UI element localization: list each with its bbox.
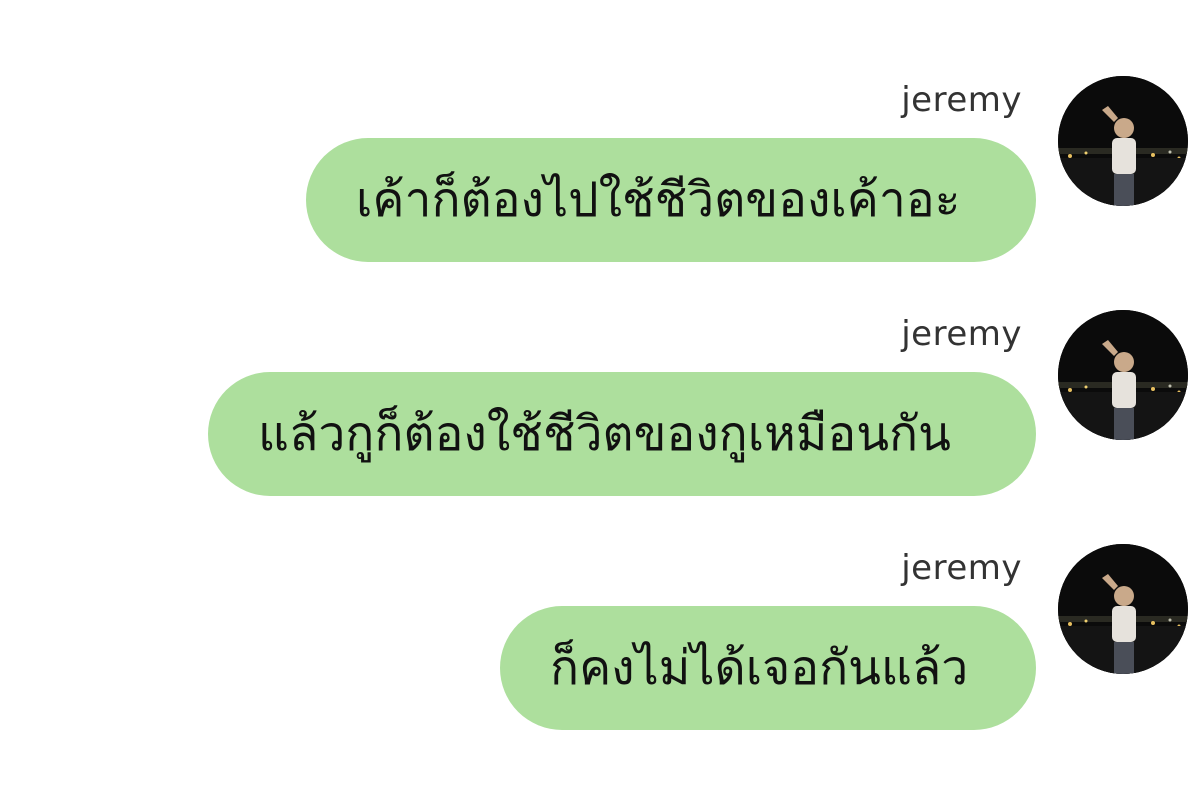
sender-name: jeremy xyxy=(901,548,1022,588)
message-text: ก็คงไม่ได้เจอกันแล้ว xyxy=(550,640,969,696)
avatar[interactable] xyxy=(1058,544,1188,674)
chat-message: jeremy แล้วกูก็ต้องใช้ชีวิตของกูเหมือนกั… xyxy=(0,310,1200,510)
message-bubble[interactable]: ก็คงไม่ได้เจอกันแล้ว xyxy=(500,606,1036,730)
avatar[interactable] xyxy=(1058,76,1188,206)
avatar-photo-icon xyxy=(1058,76,1188,206)
message-bubble[interactable]: แล้วกูก็ต้องใช้ชีวิตของกูเหมือนกัน xyxy=(208,372,1036,496)
message-text: แล้วกูก็ต้องใช้ชีวิตของกูเหมือนกัน xyxy=(258,406,951,462)
avatar-photo-icon xyxy=(1058,310,1188,440)
sender-name: jeremy xyxy=(901,80,1022,120)
message-bubble[interactable]: เค้าก็ต้องไปใช้ชีวิตของเค้าอะ xyxy=(306,138,1036,262)
avatar[interactable] xyxy=(1058,310,1188,440)
sender-name: jeremy xyxy=(901,314,1022,354)
chat-message: jeremy เค้าก็ต้องไปใช้ชีวิตของเค้าอะ xyxy=(0,76,1200,276)
avatar-photo-icon xyxy=(1058,544,1188,674)
chat-message: jeremy ก็คงไม่ได้เจอกันแล้ว xyxy=(0,544,1200,744)
message-text: เค้าก็ต้องไปใช้ชีวิตของเค้าอะ xyxy=(356,172,961,228)
